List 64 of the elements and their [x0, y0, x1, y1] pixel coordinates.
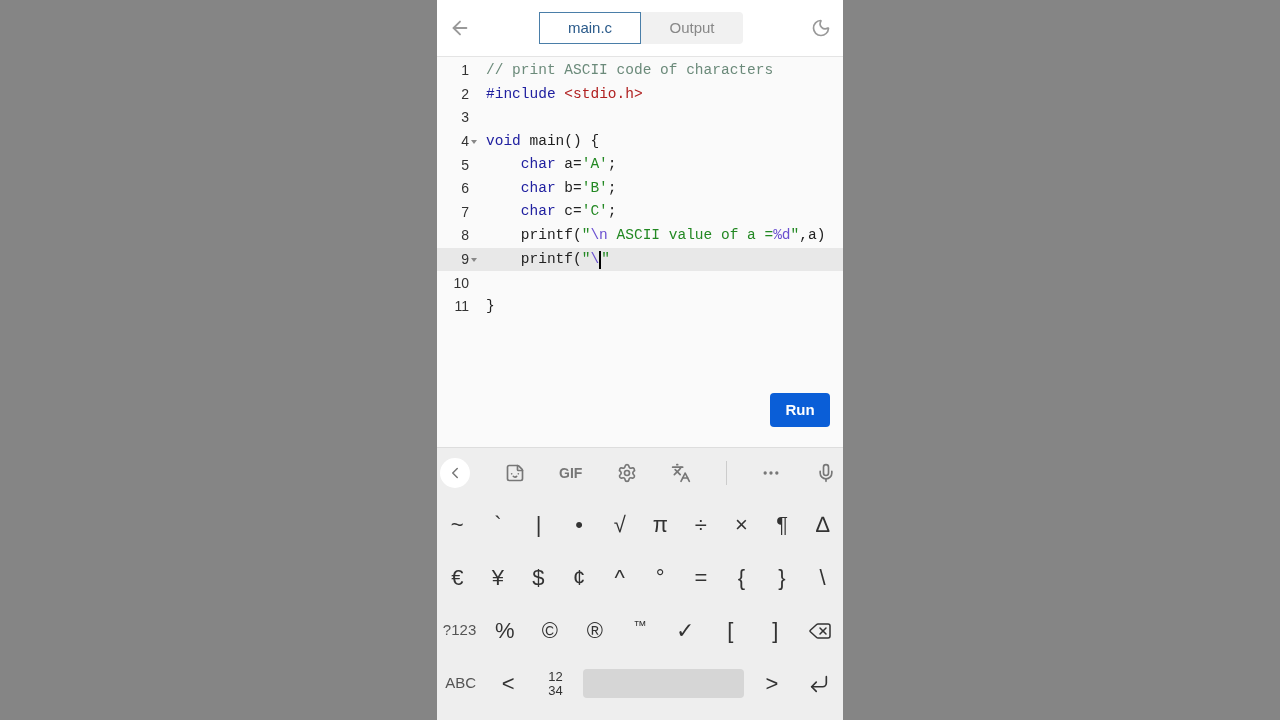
- dark-mode-icon[interactable]: [811, 18, 831, 38]
- key[interactable]: ¥: [477, 551, 519, 604]
- key[interactable]: €: [437, 551, 478, 604]
- code-line: char b='B';: [519, 178, 617, 198]
- code-line: printf("\n ASCII value of a =%d",a): [519, 226, 826, 246]
- key[interactable]: `: [477, 498, 519, 551]
- key[interactable]: ]: [752, 604, 798, 657]
- key[interactable]: ™: [617, 604, 663, 657]
- key[interactable]: π: [639, 498, 681, 551]
- key[interactable]: ©: [527, 604, 573, 657]
- key[interactable]: }: [761, 551, 803, 604]
- line-number: 6: [461, 179, 469, 199]
- line-number: 2: [461, 84, 469, 104]
- key[interactable]: ∆: [802, 498, 843, 551]
- line-number: 1: [461, 61, 469, 81]
- line-number: 8: [461, 226, 469, 246]
- key[interactable]: {: [721, 551, 762, 604]
- line-number: 3: [461, 108, 469, 128]
- file-tab[interactable]: main.c: [539, 12, 641, 44]
- key[interactable]: ÷: [680, 498, 722, 551]
- code-line: }: [485, 296, 495, 316]
- key[interactable]: ~: [437, 498, 478, 551]
- code-line: #include <stdio.h>: [485, 84, 643, 104]
- code-line: // print ASCII code of characters: [485, 60, 774, 80]
- key[interactable]: ^: [599, 551, 640, 604]
- fold-caret-icon[interactable]: [471, 139, 477, 144]
- line-number: 10: [453, 273, 469, 293]
- line-number: 4: [461, 132, 469, 152]
- mode-key[interactable]: ABC: [437, 657, 485, 710]
- key[interactable]: •: [558, 498, 600, 551]
- key[interactable]: <: [484, 657, 532, 710]
- key[interactable]: √: [599, 498, 640, 551]
- settings-icon[interactable]: [616, 463, 637, 483]
- gif-button[interactable]: GIF: [559, 462, 583, 484]
- text-cursor: [599, 250, 602, 269]
- key[interactable]: ®: [572, 604, 618, 657]
- key[interactable]: ×: [721, 498, 762, 551]
- key[interactable]: =: [680, 551, 722, 604]
- numpad-key[interactable]: 12 34: [531, 657, 580, 710]
- key[interactable]: ¢: [558, 551, 600, 604]
- key[interactable]: ✓: [662, 604, 708, 657]
- line-number: 9: [461, 250, 469, 270]
- translate-icon[interactable]: [671, 463, 692, 483]
- key[interactable]: $: [518, 551, 559, 604]
- code-line: char a='A';: [519, 155, 617, 175]
- run-button[interactable]: Run: [770, 393, 830, 427]
- code-line: char c='C';: [519, 202, 617, 222]
- key[interactable]: ¶: [761, 498, 803, 551]
- key[interactable]: %: [482, 604, 528, 657]
- line-number: 7: [461, 202, 469, 222]
- collapse-button[interactable]: [440, 458, 470, 488]
- code-editor[interactable]: 1 // print ASCII code of characters 2 #include <stdio.h> 3 4 void main() { 5 char a='A'; 6 char b='B'; 7 char c='C'; 8 printf("\n ASCII value of a =%d",a) 9 printf("\" 10 11 }: [437, 59, 843, 319]
- mode-key[interactable]: ?123: [437, 604, 483, 657]
- key[interactable]: |: [518, 498, 559, 551]
- key[interactable]: >: [748, 657, 796, 710]
- line-number: 5: [461, 155, 469, 175]
- sticker-icon[interactable]: [504, 463, 525, 483]
- code-line: void main() {: [485, 131, 600, 151]
- key[interactable]: \: [802, 551, 843, 604]
- key[interactable]: °: [639, 551, 681, 604]
- code-line: printf("\": [519, 249, 610, 271]
- line-number: 11: [454, 297, 469, 317]
- fold-caret-icon[interactable]: [471, 257, 477, 262]
- key[interactable]: [: [707, 604, 753, 657]
